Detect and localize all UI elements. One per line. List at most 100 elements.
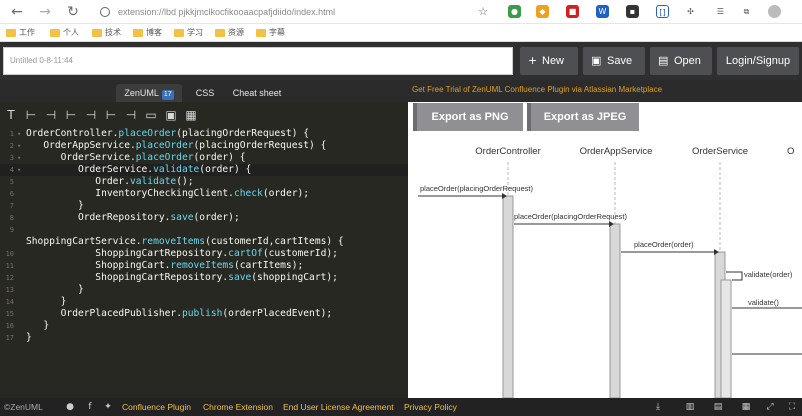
tab-cheat-sheet[interactable]: Cheat sheet	[226, 84, 288, 102]
code-text: OrderAppService.placeOrder(placingOrderR…	[26, 140, 327, 151]
sidebar-icon[interactable]: ☰	[714, 5, 727, 18]
code-line[interactable]: 16 }	[0, 320, 408, 332]
extension-dark-icon[interactable]: ▪	[626, 5, 639, 18]
line-number: 12	[5, 274, 14, 282]
bookmark-folder[interactable]: 技术	[92, 26, 121, 40]
url-text: extension://lbd pjkkjmclkocfikooaacpafjd…	[118, 7, 336, 17]
code-line[interactable]: 9	[0, 224, 408, 236]
tab-css[interactable]: CSS	[188, 84, 222, 102]
code-line[interactable]: 12 ShoppingCartRepository.save(shoppingC…	[0, 272, 408, 284]
profile-avatar[interactable]	[768, 5, 781, 18]
save-button[interactable]: ▣ Save	[583, 47, 645, 75]
bookmark-folder[interactable]: 工作	[6, 26, 35, 40]
footer-link[interactable]: End User License Agreement	[283, 398, 394, 416]
github-icon[interactable]: ●	[64, 401, 76, 413]
code-text: }	[26, 332, 32, 343]
image-icon[interactable]: ▦	[184, 108, 198, 122]
promo-link[interactable]: Get Free Trial of ZenUML Confluence Plug…	[408, 80, 802, 102]
extension-red-icon[interactable]: ■	[566, 5, 579, 18]
extensions-puzzle-icon[interactable]: ✣	[684, 5, 697, 18]
twitter-icon[interactable]: ✦	[102, 401, 114, 413]
sync-message-icon[interactable]: ⊣	[44, 108, 58, 122]
maximize-icon[interactable]: ⤢	[764, 401, 776, 413]
code-line[interactable]: 8 OrderRepository.save(order);	[0, 212, 408, 224]
self-message-icon[interactable]: ⊣	[84, 108, 98, 122]
code-line[interactable]: 14 }	[0, 296, 408, 308]
line-number: 5	[9, 178, 14, 186]
code-line[interactable]: 5 Order.validate();	[0, 176, 408, 188]
sequence-diagram: OrderController OrderAppService OrderSer…	[408, 132, 802, 398]
bookmark-folder[interactable]: 个人	[50, 26, 79, 40]
layout-icon[interactable]: ▥	[684, 401, 696, 413]
fold-arrow-icon[interactable]: ▾	[17, 164, 21, 176]
collections-icon[interactable]: ⧉	[740, 5, 753, 18]
code-line[interactable]: 1 ▾ OrderController.placeOrder(placingOrde…	[0, 128, 408, 140]
export-png-button[interactable]: Export as PNG	[413, 103, 523, 131]
participant-icon[interactable]: T	[4, 108, 18, 122]
code-line[interactable]: 3 ▾ OrderService.placeOrder(order) {	[0, 152, 408, 164]
extension-orange-icon[interactable]: ◆	[536, 5, 549, 18]
message-label: placeOrder(placingOrderRequest)	[514, 212, 627, 221]
message-icon[interactable]: ⊢	[24, 108, 38, 122]
fullscreen-icon[interactable]: ⛶	[786, 401, 798, 413]
forward-arrow-icon[interactable]: →	[36, 3, 54, 21]
line-number: 7	[9, 202, 14, 210]
message-label: placeOrder(placingOrderRequest)	[420, 184, 533, 193]
columns-icon[interactable]: ▦	[740, 401, 752, 413]
activation-bar	[720, 279, 732, 398]
back-arrow-icon[interactable]: ←	[8, 3, 26, 21]
code-line[interactable]: 10 ShoppingCartRepository.cartOf(custome…	[0, 248, 408, 260]
fold-arrow-icon[interactable]: ▾	[17, 128, 21, 140]
diagram-panel: Get Free Trial of ZenUML Confluence Plug…	[408, 80, 802, 398]
code-line[interactable]: 13 }	[0, 284, 408, 296]
code-line[interactable]: ShoppingCartService.removeItems(customer…	[0, 236, 408, 248]
code-line[interactable]: 7 }	[0, 200, 408, 212]
loop-fragment-icon[interactable]: ▣	[164, 108, 178, 122]
fold-arrow-icon[interactable]: ▾	[17, 152, 21, 164]
return-message-icon[interactable]: ⊢	[64, 108, 78, 122]
async-message-icon[interactable]: ⊢	[104, 108, 118, 122]
create-message-icon[interactable]: ⊣	[124, 108, 138, 122]
code-text: OrderPlacedPublisher.publish(orderPlaced…	[26, 308, 333, 319]
code-line[interactable]: 17}	[0, 332, 408, 344]
export-jpeg-button[interactable]: Export as JPEG	[527, 103, 639, 131]
facebook-icon[interactable]: f	[84, 401, 96, 413]
bookmark-folder[interactable]: 资源	[215, 26, 244, 40]
bookmark-folder[interactable]: 字幕	[256, 26, 285, 40]
footer-link[interactable]: Chrome Extension	[203, 398, 273, 416]
code-text: OrderService.validate(order) {	[26, 164, 252, 175]
bookmark-star-icon[interactable]: ☆	[478, 2, 488, 22]
line-number: 10	[5, 250, 14, 258]
code-line[interactable]: 4 ▾ OrderService.validate(order) {	[0, 164, 408, 176]
code-line[interactable]: 2 ▾ OrderAppService.placeOrder(placingOrd…	[0, 140, 408, 152]
footer-link[interactable]: Confluence Plugin	[122, 398, 191, 416]
reload-icon[interactable]: ↻	[64, 3, 82, 21]
alt-fragment-icon[interactable]: ▭	[144, 108, 158, 122]
version-badge: 17	[161, 90, 174, 100]
bookmark-folder[interactable]: 博客	[133, 26, 162, 40]
tab-zenuml[interactable]: ZenUML 17	[116, 84, 182, 102]
extension-green-icon[interactable]: ●	[508, 5, 521, 18]
extension-blue-icon[interactable]: []	[656, 5, 669, 18]
code-line[interactable]: 6 InventoryCheckingClient.check(order);	[0, 188, 408, 200]
folder-icon: ▤	[658, 54, 669, 67]
split-view-icon[interactable]: ▤	[712, 401, 724, 413]
title-input[interactable]: Untitled 0-8-11:44	[3, 47, 513, 75]
code-line[interactable]: 15 OrderPlacedPublisher.publish(orderPla…	[0, 308, 408, 320]
bookmark-folder[interactable]: 学习	[174, 26, 203, 40]
code-editor[interactable]: 1 ▾ OrderController.placeOrder(placingOrde…	[0, 128, 408, 398]
footer-link[interactable]: Privacy Policy	[404, 398, 457, 416]
download-icon[interactable]: ⤓	[652, 401, 664, 413]
login-signup-button[interactable]: Login/Signup	[717, 47, 799, 75]
code-line[interactable]: 11 ShoppingCart.removeItems(cartItems);	[0, 260, 408, 272]
new-button[interactable]: + New	[520, 47, 578, 75]
fold-arrow-icon[interactable]: ▾	[17, 140, 21, 152]
address-bar[interactable]: extension://lbd pjkkjmclkocfikooaacpafjd…	[92, 2, 492, 22]
editor-tabs: ZenUML 17 CSS Cheat sheet	[0, 80, 408, 102]
extension-word-icon[interactable]: W	[596, 5, 609, 18]
message-label: validate(order)	[744, 270, 793, 279]
open-button[interactable]: ▤ Open	[650, 47, 712, 75]
save-icon: ▣	[591, 54, 602, 67]
activation-bar	[502, 195, 514, 398]
code-text: OrderRepository.save(order);	[26, 212, 240, 223]
